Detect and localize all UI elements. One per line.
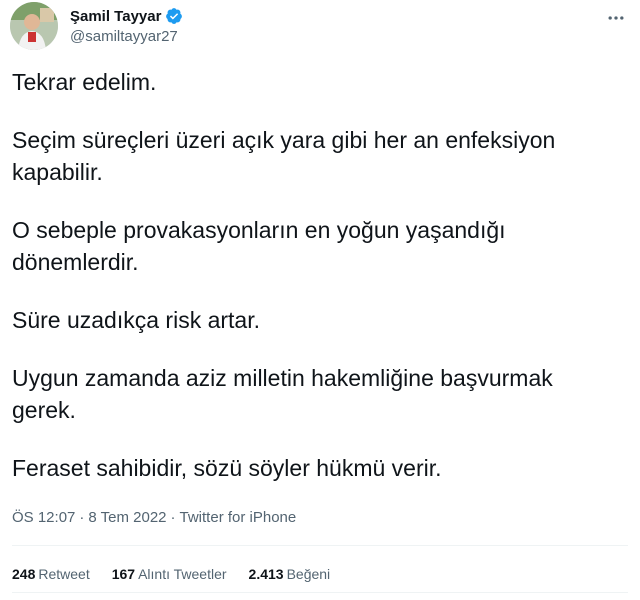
meta-separator: · [170,509,176,526]
retweets-count: 248 [12,566,36,582]
tweet-header: Şamil Tayyar @samiltayyar27 [10,2,630,54]
tweet-meta: ÖS 12:07 · 8 Tem 2022 · Twitter for iPhone [12,509,296,526]
divider [12,592,628,593]
verified-badge-icon [165,7,183,25]
divider [12,545,628,546]
author-block: Şamil Tayyar @samiltayyar27 [70,5,183,45]
tweet-date[interactable]: 8 Tem 2022 [88,509,166,526]
display-name-row: Şamil Tayyar [70,5,183,27]
meta-separator: · [79,509,85,526]
tweet-source[interactable]: Twitter for iPhone [180,509,297,526]
likes-count: 2.413 [248,566,284,582]
tweet-text: Tekrar edelim. Seçim süreçleri üzeri açı… [12,66,612,484]
tweet-paragraph: Süre uzadıkça risk artar. [12,307,260,333]
retweets-stat[interactable]: 248 Retweet [12,566,90,582]
handle[interactable]: @samiltayyar27 [70,28,183,45]
quotes-stat[interactable]: 167 Alıntı Tweetler [112,566,227,582]
quotes-label: Alıntı Tweetler [138,566,227,582]
likes-stat[interactable]: 2.413 Beğeni [249,566,331,582]
tweet-stats: 248 Retweet 167 Alıntı Tweetler 2.413 Beğen… [12,566,352,582]
tweet-paragraph: Uygun zamanda aziz milletin hakemliğine … [12,365,553,423]
tweet-paragraph: O sebeple provakasyonların en yoğun yaşa… [12,217,506,275]
retweets-label: Retweet [38,566,90,582]
tweet-paragraph: Seçim süreçleri üzeri açık yara gibi her… [12,127,556,185]
tweet-time[interactable]: ÖS 12:07 [12,509,75,526]
tweet-card: Şamil Tayyar @samiltayyar27 Tekrar edeli… [0,0,640,600]
more-options-icon[interactable] [604,6,628,30]
display-name[interactable]: Şamil Tayyar [70,8,161,25]
tweet-paragraph: Feraset sahibidir, sözü söyler hükmü ver… [12,455,442,481]
likes-label: Beğeni [286,566,331,582]
avatar-image [10,2,58,50]
avatar[interactable] [10,2,58,50]
quotes-count: 167 [111,566,136,582]
tweet-paragraph: Tekrar edelim. [12,69,157,95]
